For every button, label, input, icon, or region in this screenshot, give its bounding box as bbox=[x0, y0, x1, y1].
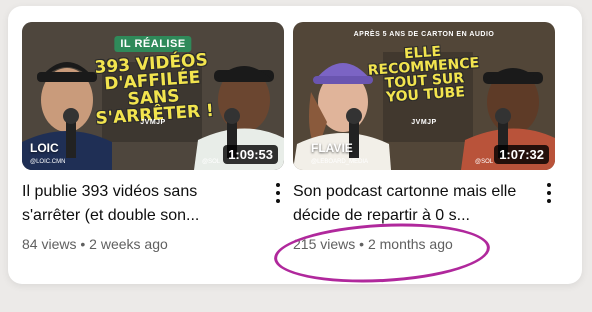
kebab-vertical-icon[interactable] bbox=[272, 182, 284, 204]
video-stats: 84 views • 2 weeks ago bbox=[22, 236, 284, 252]
video-details: Il publie 393 vidéos sans s'arrêter (et … bbox=[22, 180, 284, 252]
duration-badge: 1:07:32 bbox=[494, 145, 549, 164]
thumbnail-name: FLAVIE bbox=[311, 141, 353, 155]
video-item-2[interactable]: APRÈS 5 ANS DE CARTON EN AUDIO ELLE RECO… bbox=[293, 22, 555, 252]
thumbnail-tag: APRÈS 5 ANS DE CARTON EN AUDIO bbox=[353, 31, 495, 38]
thumbnail-name: LOIC bbox=[30, 141, 59, 155]
thumbnail-watermark: JVMJP bbox=[411, 119, 437, 126]
separator-dot: • bbox=[80, 236, 86, 252]
thumbnail-watermark: JVMJP bbox=[140, 119, 166, 126]
video-thumbnail[interactable]: APRÈS 5 ANS DE CARTON EN AUDIO ELLE RECO… bbox=[293, 22, 555, 170]
kebab-vertical-icon[interactable] bbox=[543, 182, 555, 204]
video-thumbnail[interactable]: IL RÉALISE 393 VIDÉOS D'AFFILÉE SANS S'A… bbox=[22, 22, 284, 170]
thumbnail-handle: @LOIC.CMN bbox=[30, 159, 66, 165]
thumbnail-headline: 393 VIDÉOS D'AFFILÉE SANS S'ARRÊTER ! bbox=[93, 50, 215, 130]
upload-age: 2 weeks ago bbox=[89, 236, 168, 252]
video-item-1[interactable]: IL RÉALISE 393 VIDÉOS D'AFFILÉE SANS S'A… bbox=[22, 22, 284, 252]
thumbnail-tag: IL RÉALISE bbox=[114, 36, 192, 52]
video-title[interactable]: Il publie 393 vidéos sans s'arrêter (et … bbox=[22, 180, 258, 228]
duration-badge: 1:09:53 bbox=[223, 145, 278, 164]
thumbnail-guest-handle: @SOL bbox=[475, 159, 494, 165]
thumbnail-guest-handle: @SOL bbox=[202, 159, 221, 165]
thumbnail-handle: @LEBOARD_MEDIA bbox=[311, 159, 369, 165]
thumbnail-headline: ELLE RECOMMENCE TOUT SUR YOU TUBE bbox=[367, 43, 480, 106]
view-count: 84 views bbox=[22, 236, 77, 252]
video-title[interactable]: Son podcast cartonne mais elle décide de… bbox=[293, 180, 529, 228]
